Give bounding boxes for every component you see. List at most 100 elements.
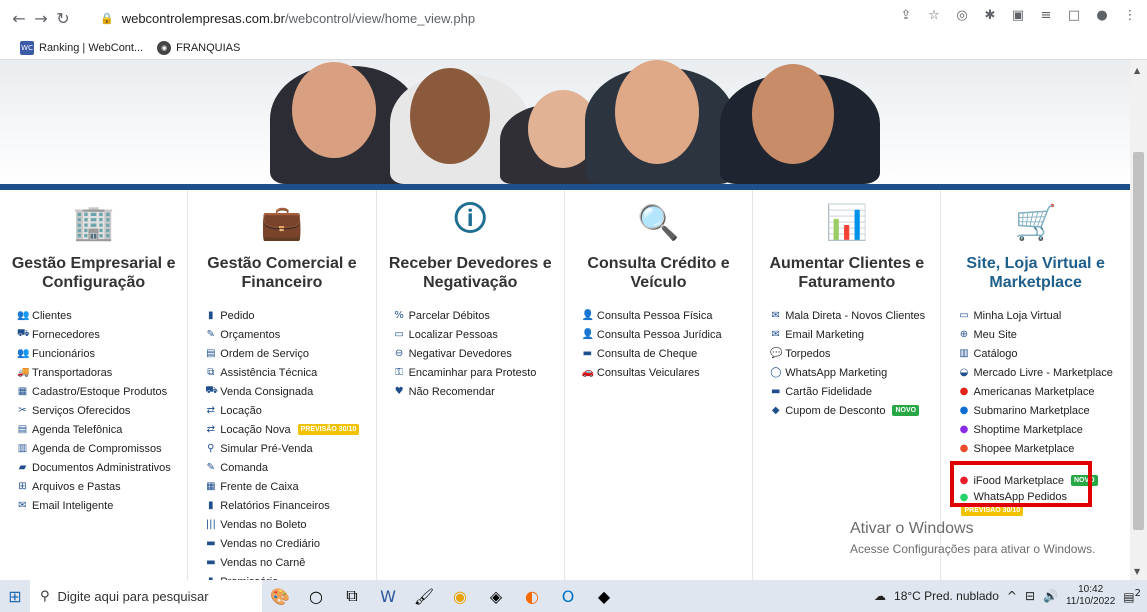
menu-item-fornecedores[interactable]: ⛟ Fornecedores [17, 325, 187, 344]
page-scrollbar[interactable]: ▲ ▼ [1130, 60, 1147, 580]
menu-item-estoque[interactable]: ▦ Cadastro/Estoque Produtos [17, 382, 187, 401]
share-icon[interactable]: ⇪ [897, 8, 915, 26]
taskbar-search[interactable]: ⚲ Digite aqui para pesquisar [30, 580, 262, 612]
volume-icon[interactable]: 🔊 [1043, 589, 1058, 603]
menu-item-orcamentos[interactable]: ✎ Orçamentos [205, 325, 375, 344]
menu-item-email-marketing[interactable]: ✉ Email Marketing [770, 325, 940, 344]
kebab-menu-icon[interactable]: ⋮ [1121, 8, 1139, 26]
menu-item-transportadoras[interactable]: 🚚 Transportadoras [17, 363, 187, 382]
menu-item-relatorios[interactable]: ▮ Relatórios Financeiros [205, 496, 375, 515]
heart-broken-icon: ♥ [394, 386, 404, 397]
weather-text[interactable]: 18°C Pred. nublado [894, 589, 999, 603]
reload-icon[interactable]: ↻ [52, 9, 74, 28]
menu-label: Cartão Fidelidade [785, 385, 873, 398]
menu-item-shoptime[interactable]: ● Shoptime Marketplace [958, 420, 1129, 439]
reading-list-icon[interactable]: ≡ [1037, 8, 1055, 26]
lock-icon: 🔒 [100, 11, 114, 25]
menu-label: Consulta Pessoa Física [596, 309, 713, 322]
scroll-thumb[interactable] [1133, 152, 1144, 530]
menu-label: Vendas no Boleto [220, 518, 307, 531]
menu-item-negativar[interactable]: ⊖ Negativar Devedores [394, 344, 564, 363]
chrome-icon[interactable]: ◉ [442, 587, 478, 606]
menu-item-pessoa-juridica[interactable]: 👤 Consulta Pessoa Jurídica [582, 325, 752, 344]
menu-item-veiculares[interactable]: 🚗 Consultas Veiculares [582, 363, 752, 382]
notification-icon[interactable]: ▤2 [1123, 588, 1141, 604]
menu-item-email[interactable]: ✉ Email Inteligente [17, 496, 187, 515]
menu-item-shopee[interactable]: ● Shopee Marketplace [958, 439, 1129, 458]
clock[interactable]: 10:42 11/10/2022 [1066, 584, 1115, 608]
menu-item-boleto[interactable]: ||| Vendas no Boleto [205, 515, 375, 534]
menu-item-ordem-servico[interactable]: ▤ Ordem de Serviço [205, 344, 375, 363]
task-view-icon[interactable]: ⧉ [334, 586, 370, 606]
menu-item-documentos[interactable]: ▰ Documentos Administrativos [17, 458, 187, 477]
extension-icon[interactable]: ▣ [1009, 8, 1027, 26]
menu-item-comanda[interactable]: ✎ Comanda [205, 458, 375, 477]
menu-item-locacao-nova[interactable]: ⇄ Locação Nova PREVISÃO 30/10 [205, 420, 375, 439]
menu-item-pedido[interactable]: ▮ Pedido [205, 306, 375, 325]
envelope-open-icon: ✉ [771, 329, 780, 340]
menu-item-localizar[interactable]: ▭ Localizar Pessoas [394, 325, 564, 344]
forward-arrow-icon[interactable]: → [30, 9, 52, 28]
menu-item-agenda-compromissos[interactable]: ▥ Agenda de Compromissos [17, 439, 187, 458]
menu-item-carne[interactable]: ▬ Vendas no Carnê [205, 553, 375, 572]
scroll-down-icon[interactable]: ▼ [1134, 567, 1140, 576]
sidebar-icon[interactable]: □ [1065, 8, 1083, 26]
menu-item-nao-recomendar[interactable]: ♥ Não Recomendar [394, 382, 564, 401]
menu-item-loja-virtual[interactable]: ▭ Minha Loja Virtual [958, 306, 1129, 325]
camera-icon[interactable]: ◎ [953, 8, 971, 26]
star-icon[interactable]: ☆ [925, 8, 943, 26]
back-arrow-icon[interactable]: ← [8, 9, 30, 28]
notification-count: 2 [1134, 588, 1141, 599]
menu-item-cupom[interactable]: ◆ Cupom de Desconto NOVO [770, 401, 940, 420]
menu-item-submarino[interactable]: ● Submarino Marketplace [958, 401, 1129, 420]
menu-item-mala-direta[interactable]: ✉ Mala Direta - Novos Clientes [770, 306, 940, 325]
puzzle-icon[interactable]: ✱ [981, 8, 999, 26]
paint-icon[interactable]: 🖌 [406, 587, 442, 606]
app-icon[interactable]: ◈ [478, 587, 514, 606]
menu-item-protesto[interactable]: ⚿ Encaminhar para Protesto [394, 363, 564, 382]
address-bar[interactable]: 🔒 webcontrolempresas.com.br /webcontrol/… [100, 5, 890, 31]
menu-item-clientes[interactable]: 👥 Clientes [17, 306, 187, 325]
menu-item-frente-caixa[interactable]: ▦ Frente de Caixa [205, 477, 375, 496]
menu-item-parcelar[interactable]: % Parcelar Débitos [394, 306, 564, 325]
menu-item-catalogo[interactable]: ▥ Catálogo [958, 344, 1129, 363]
menu-label: Torpedos [785, 347, 831, 360]
windows-start-icon[interactable]: ⊞ [0, 587, 30, 606]
word-icon[interactable]: W [370, 587, 406, 606]
chevron-up-icon[interactable]: ^ [1007, 589, 1017, 603]
column-gestao-comercial: 💼 Gestão Comercial e Financeiro ▮ Pedido … [188, 190, 377, 588]
new-badge: NOVO [892, 405, 920, 416]
menu-item-cheque[interactable]: ▬ Consulta de Cheque [582, 344, 752, 363]
menu-label: Americanas Marketplace [973, 385, 1095, 398]
menu-item-assistencia[interactable]: ⧉ Assistência Técnica [205, 363, 375, 382]
menu-item-pre-venda[interactable]: ⚲ Simular Pré-Venda [205, 439, 375, 458]
menu-item-crediario[interactable]: ▬ Vendas no Crediário [205, 534, 375, 553]
menu-item-locacao[interactable]: ⇄ Locação [205, 401, 375, 420]
menu-item-arquivos[interactable]: ⊞ Arquivos e Pastas [17, 477, 187, 496]
menu-item-pessoa-fisica[interactable]: 👤 Consulta Pessoa Física [582, 306, 752, 325]
bookmark-ranking[interactable]: WC Ranking | WebCont... [20, 40, 143, 55]
network-app-icon[interactable]: ◆ [586, 587, 622, 606]
menu-item-whatsapp-marketing[interactable]: ◯ WhatsApp Marketing [770, 363, 940, 382]
menu-item-servicos[interactable]: ✂ Serviços Oferecidos [17, 401, 187, 420]
firefox-icon[interactable]: ◐ [514, 587, 550, 606]
menu-label: Transportadoras [32, 366, 113, 379]
menu-item-americanas[interactable]: ● Americanas Marketplace [958, 382, 1129, 401]
bookmark-franquias[interactable]: ◉ FRANQUIAS [157, 40, 240, 55]
menu-label: Localizar Pessoas [408, 328, 498, 341]
news-widget-icon[interactable]: 🎨 [262, 587, 298, 606]
outlook-icon[interactable]: O [550, 587, 586, 606]
menu-item-fidelidade[interactable]: ▬ Cartão Fidelidade [770, 382, 940, 401]
submarino-icon: ● [959, 405, 969, 416]
menu-item-torpedos[interactable]: 💬 Torpedos [770, 344, 940, 363]
menu-item-venda-consignada[interactable]: ⛟ Venda Consignada [205, 382, 375, 401]
profile-icon[interactable]: ● [1093, 8, 1111, 26]
menu-item-agenda-telefonica[interactable]: ▤ Agenda Telefônica [17, 420, 187, 439]
franquias-favicon-icon: ◉ [157, 40, 172, 55]
menu-item-mercado-livre[interactable]: ◒ Mercado Livre - Marketplace [958, 363, 1129, 382]
menu-item-meu-site[interactable]: ⊕ Meu Site [958, 325, 1129, 344]
menu-item-funcionarios[interactable]: 👥 Funcionários [17, 344, 187, 363]
scroll-up-icon[interactable]: ▲ [1134, 66, 1140, 75]
network-icon[interactable]: ⊟ [1025, 589, 1035, 603]
cortana-icon[interactable]: ○ [298, 587, 334, 606]
